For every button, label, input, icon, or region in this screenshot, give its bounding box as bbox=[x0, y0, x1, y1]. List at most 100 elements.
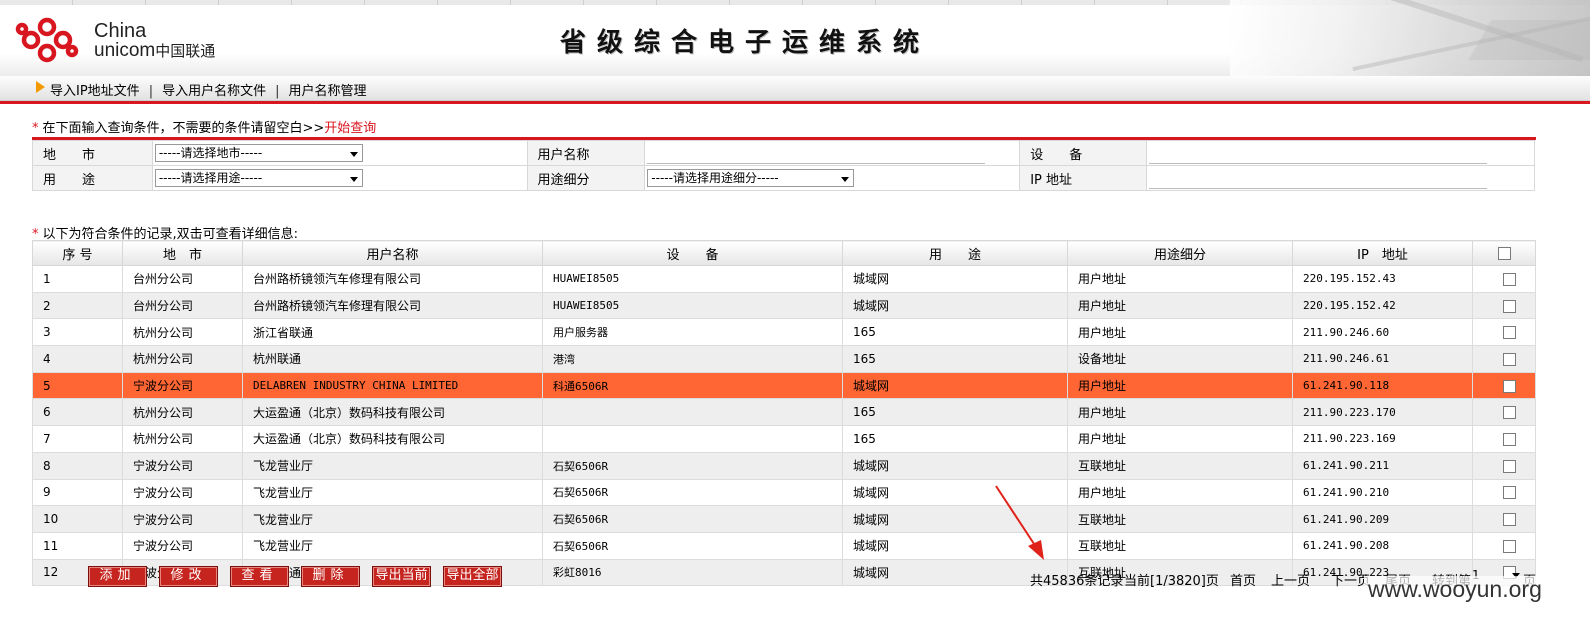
row-username: 浙江省联通 bbox=[242, 318, 543, 347]
row-usage-detail: 用户地址 bbox=[1067, 265, 1293, 293]
row-city: 宁波分公司 bbox=[122, 505, 243, 533]
row-usage-detail: 用户地址 bbox=[1067, 291, 1293, 320]
row-select bbox=[1472, 371, 1536, 400]
export-current-button[interactable]: 导出当前 bbox=[372, 566, 431, 587]
row-no: 10 bbox=[32, 505, 123, 533]
row-no: 4 bbox=[32, 345, 123, 373]
nav-import-username[interactable]: 导入用户名称文件 bbox=[162, 84, 266, 99]
col-device: 设 备 bbox=[542, 240, 843, 266]
row-checkbox[interactable] bbox=[1503, 352, 1516, 366]
row-usage: 城域网 bbox=[842, 371, 1068, 400]
row-username: DELABREN INDUSTRY CHINA LIMITED bbox=[242, 371, 543, 400]
first-page-link[interactable]: 首页 bbox=[1230, 570, 1256, 589]
username-input[interactable] bbox=[647, 142, 986, 164]
nav-username-manage[interactable]: 用户名称管理 bbox=[288, 84, 366, 99]
query-note-text: 在下面输入查询条件，不需要的条件请留空白>> bbox=[42, 121, 325, 136]
table-row[interactable]: 11 宁波分公司 飞龙营业厅 石契6506R 城域网 互联地址 61.241.90.208 bbox=[32, 531, 1536, 560]
current-page: 当前[1/3820]页 bbox=[1124, 574, 1219, 589]
row-checkbox[interactable] bbox=[1503, 539, 1516, 553]
start-query-link[interactable]: 开始查询 bbox=[324, 121, 376, 136]
logo-cn: 中国联通 bbox=[155, 42, 216, 60]
row-username: 大运盈通（北京）数码科技有限公司 bbox=[242, 425, 543, 453]
export-all-button[interactable]: 导出全部 bbox=[443, 566, 502, 587]
required-star: * bbox=[32, 121, 39, 136]
row-city: 杭州分公司 bbox=[122, 398, 243, 427]
usage-select[interactable]: -----请选择用途----- bbox=[154, 169, 363, 187]
delete-button[interactable]: 删除 bbox=[301, 566, 360, 587]
row-select bbox=[1472, 425, 1536, 453]
row-username: 飞龙营业厅 bbox=[242, 478, 543, 507]
usage-detail-select-value: -----请选择用途细分----- bbox=[651, 171, 779, 185]
header-decoration bbox=[1230, 0, 1590, 76]
city-select[interactable]: -----请选择地市----- bbox=[154, 144, 363, 162]
table-row[interactable]: 1 台州分公司 台州路桥镜领汽车修理有限公司 HUAWEI8505 城域网 用户地址 220… bbox=[32, 265, 1536, 293]
row-usage-detail: 用户地址 bbox=[1067, 425, 1293, 453]
add-button[interactable]: 添加 bbox=[88, 566, 147, 587]
table-row[interactable]: 2 台州分公司 台州路桥镜领汽车修理有限公司 HUAWEI8505 城域网 用户地址 220… bbox=[32, 291, 1536, 320]
row-ip: 211.90.223.170 bbox=[1292, 398, 1473, 427]
row-usage-detail: 用户地址 bbox=[1067, 318, 1293, 347]
edit-button[interactable]: 修改 bbox=[159, 566, 218, 587]
city-select-value: -----请选择地市----- bbox=[158, 146, 263, 160]
row-device: 用户服务器 bbox=[542, 318, 843, 347]
row-device bbox=[542, 425, 843, 453]
row-usage: 城域网 bbox=[842, 451, 1068, 480]
row-checkbox[interactable] bbox=[1503, 326, 1516, 340]
row-ip: 61.241.90.209 bbox=[1292, 505, 1473, 533]
row-usage-detail: 互联地址 bbox=[1067, 505, 1293, 533]
nav-separator: | bbox=[275, 84, 280, 99]
row-select bbox=[1472, 505, 1536, 533]
row-no: 7 bbox=[32, 425, 123, 453]
device-label: 设 备 bbox=[1019, 140, 1148, 166]
row-username: 台州路桥镜领汽车修理有限公司 bbox=[242, 265, 543, 293]
row-device bbox=[542, 398, 843, 427]
row-username: 飞龙营业厅 bbox=[242, 505, 543, 533]
row-usage: 城域网 bbox=[842, 265, 1068, 293]
table-row[interactable]: 8 宁波分公司 飞龙营业厅 石契6506R 城域网 互联地址 61.241.90.211 bbox=[32, 451, 1536, 480]
row-ip: 211.90.246.61 bbox=[1292, 345, 1473, 373]
row-checkbox[interactable] bbox=[1503, 513, 1516, 527]
row-no: 1 bbox=[32, 265, 123, 293]
row-device: HUAWEI8505 bbox=[542, 291, 843, 320]
row-usage-detail: 互联地址 bbox=[1067, 531, 1293, 560]
prev-page-link[interactable]: 上一页 bbox=[1271, 570, 1310, 589]
row-checkbox[interactable] bbox=[1503, 459, 1516, 473]
col-usage-detail: 用途细分 bbox=[1067, 240, 1293, 266]
row-device: 石契6506R bbox=[542, 531, 843, 560]
row-checkbox[interactable] bbox=[1503, 379, 1516, 393]
row-checkbox[interactable] bbox=[1503, 272, 1516, 286]
nav-import-ip[interactable]: 导入IP地址文件 bbox=[50, 84, 140, 99]
table-row[interactable]: 10 宁波分公司 飞龙营业厅 石契6506R 城域网 互联地址 61.241.90.209 bbox=[32, 505, 1536, 533]
table-row[interactable]: 3 杭州分公司 浙江省联通 用户服务器 165 用户地址 211.90.246.60 bbox=[32, 318, 1536, 347]
table-row[interactable]: 7 杭州分公司 大运盈通（北京）数码科技有限公司 165 用户地址 211.90.223.… bbox=[32, 425, 1536, 453]
row-city: 杭州分公司 bbox=[122, 345, 243, 373]
row-username: 台州路桥镜领汽车修理有限公司 bbox=[242, 291, 543, 320]
row-no: 5 bbox=[32, 371, 123, 400]
select-all-checkbox[interactable] bbox=[1497, 246, 1511, 260]
chevron-down-icon bbox=[349, 152, 358, 157]
row-select bbox=[1472, 398, 1536, 427]
row-usage-detail: 用户地址 bbox=[1067, 371, 1293, 400]
usage-label: 用 途 bbox=[32, 165, 153, 191]
ip-input[interactable] bbox=[1149, 167, 1488, 189]
table-row[interactable]: 6 杭州分公司 大运盈通（北京）数码科技有限公司 165 用户地址 211.90.223.… bbox=[32, 398, 1536, 427]
row-checkbox[interactable] bbox=[1503, 406, 1516, 420]
usage-detail-select[interactable]: -----请选择用途细分----- bbox=[647, 169, 855, 187]
device-input[interactable] bbox=[1149, 142, 1488, 164]
table-row[interactable]: 4 杭州分公司 杭州联通 港湾 165 设备地址 211.90.246.61 bbox=[32, 345, 1536, 373]
table-row[interactable]: 9 宁波分公司 飞龙营业厅 石契6506R 城域网 用户地址 61.241.90.210 bbox=[32, 478, 1536, 507]
row-username: 飞龙营业厅 bbox=[242, 531, 543, 560]
header-divider bbox=[0, 101, 1590, 104]
col-no: 序 号 bbox=[32, 240, 123, 266]
row-checkbox[interactable] bbox=[1503, 486, 1516, 500]
table-row[interactable]: 5 宁波分公司 DELABREN INDUSTRY CHINA LIMITED 科通6… bbox=[32, 371, 1536, 400]
row-ip: 61.241.90.118 bbox=[1292, 371, 1473, 400]
row-ip: 220.195.152.43 bbox=[1292, 265, 1473, 293]
col-ip: IP 地址 bbox=[1292, 240, 1473, 266]
header-banner: China unicom中国联通 省级综合电子运维系统 bbox=[0, 0, 1590, 76]
view-button[interactable]: 查看 bbox=[230, 566, 289, 587]
row-city: 台州分公司 bbox=[122, 291, 243, 320]
row-checkbox[interactable] bbox=[1503, 299, 1516, 313]
row-checkbox[interactable] bbox=[1503, 432, 1516, 446]
row-device: 科通6506R bbox=[542, 371, 843, 400]
